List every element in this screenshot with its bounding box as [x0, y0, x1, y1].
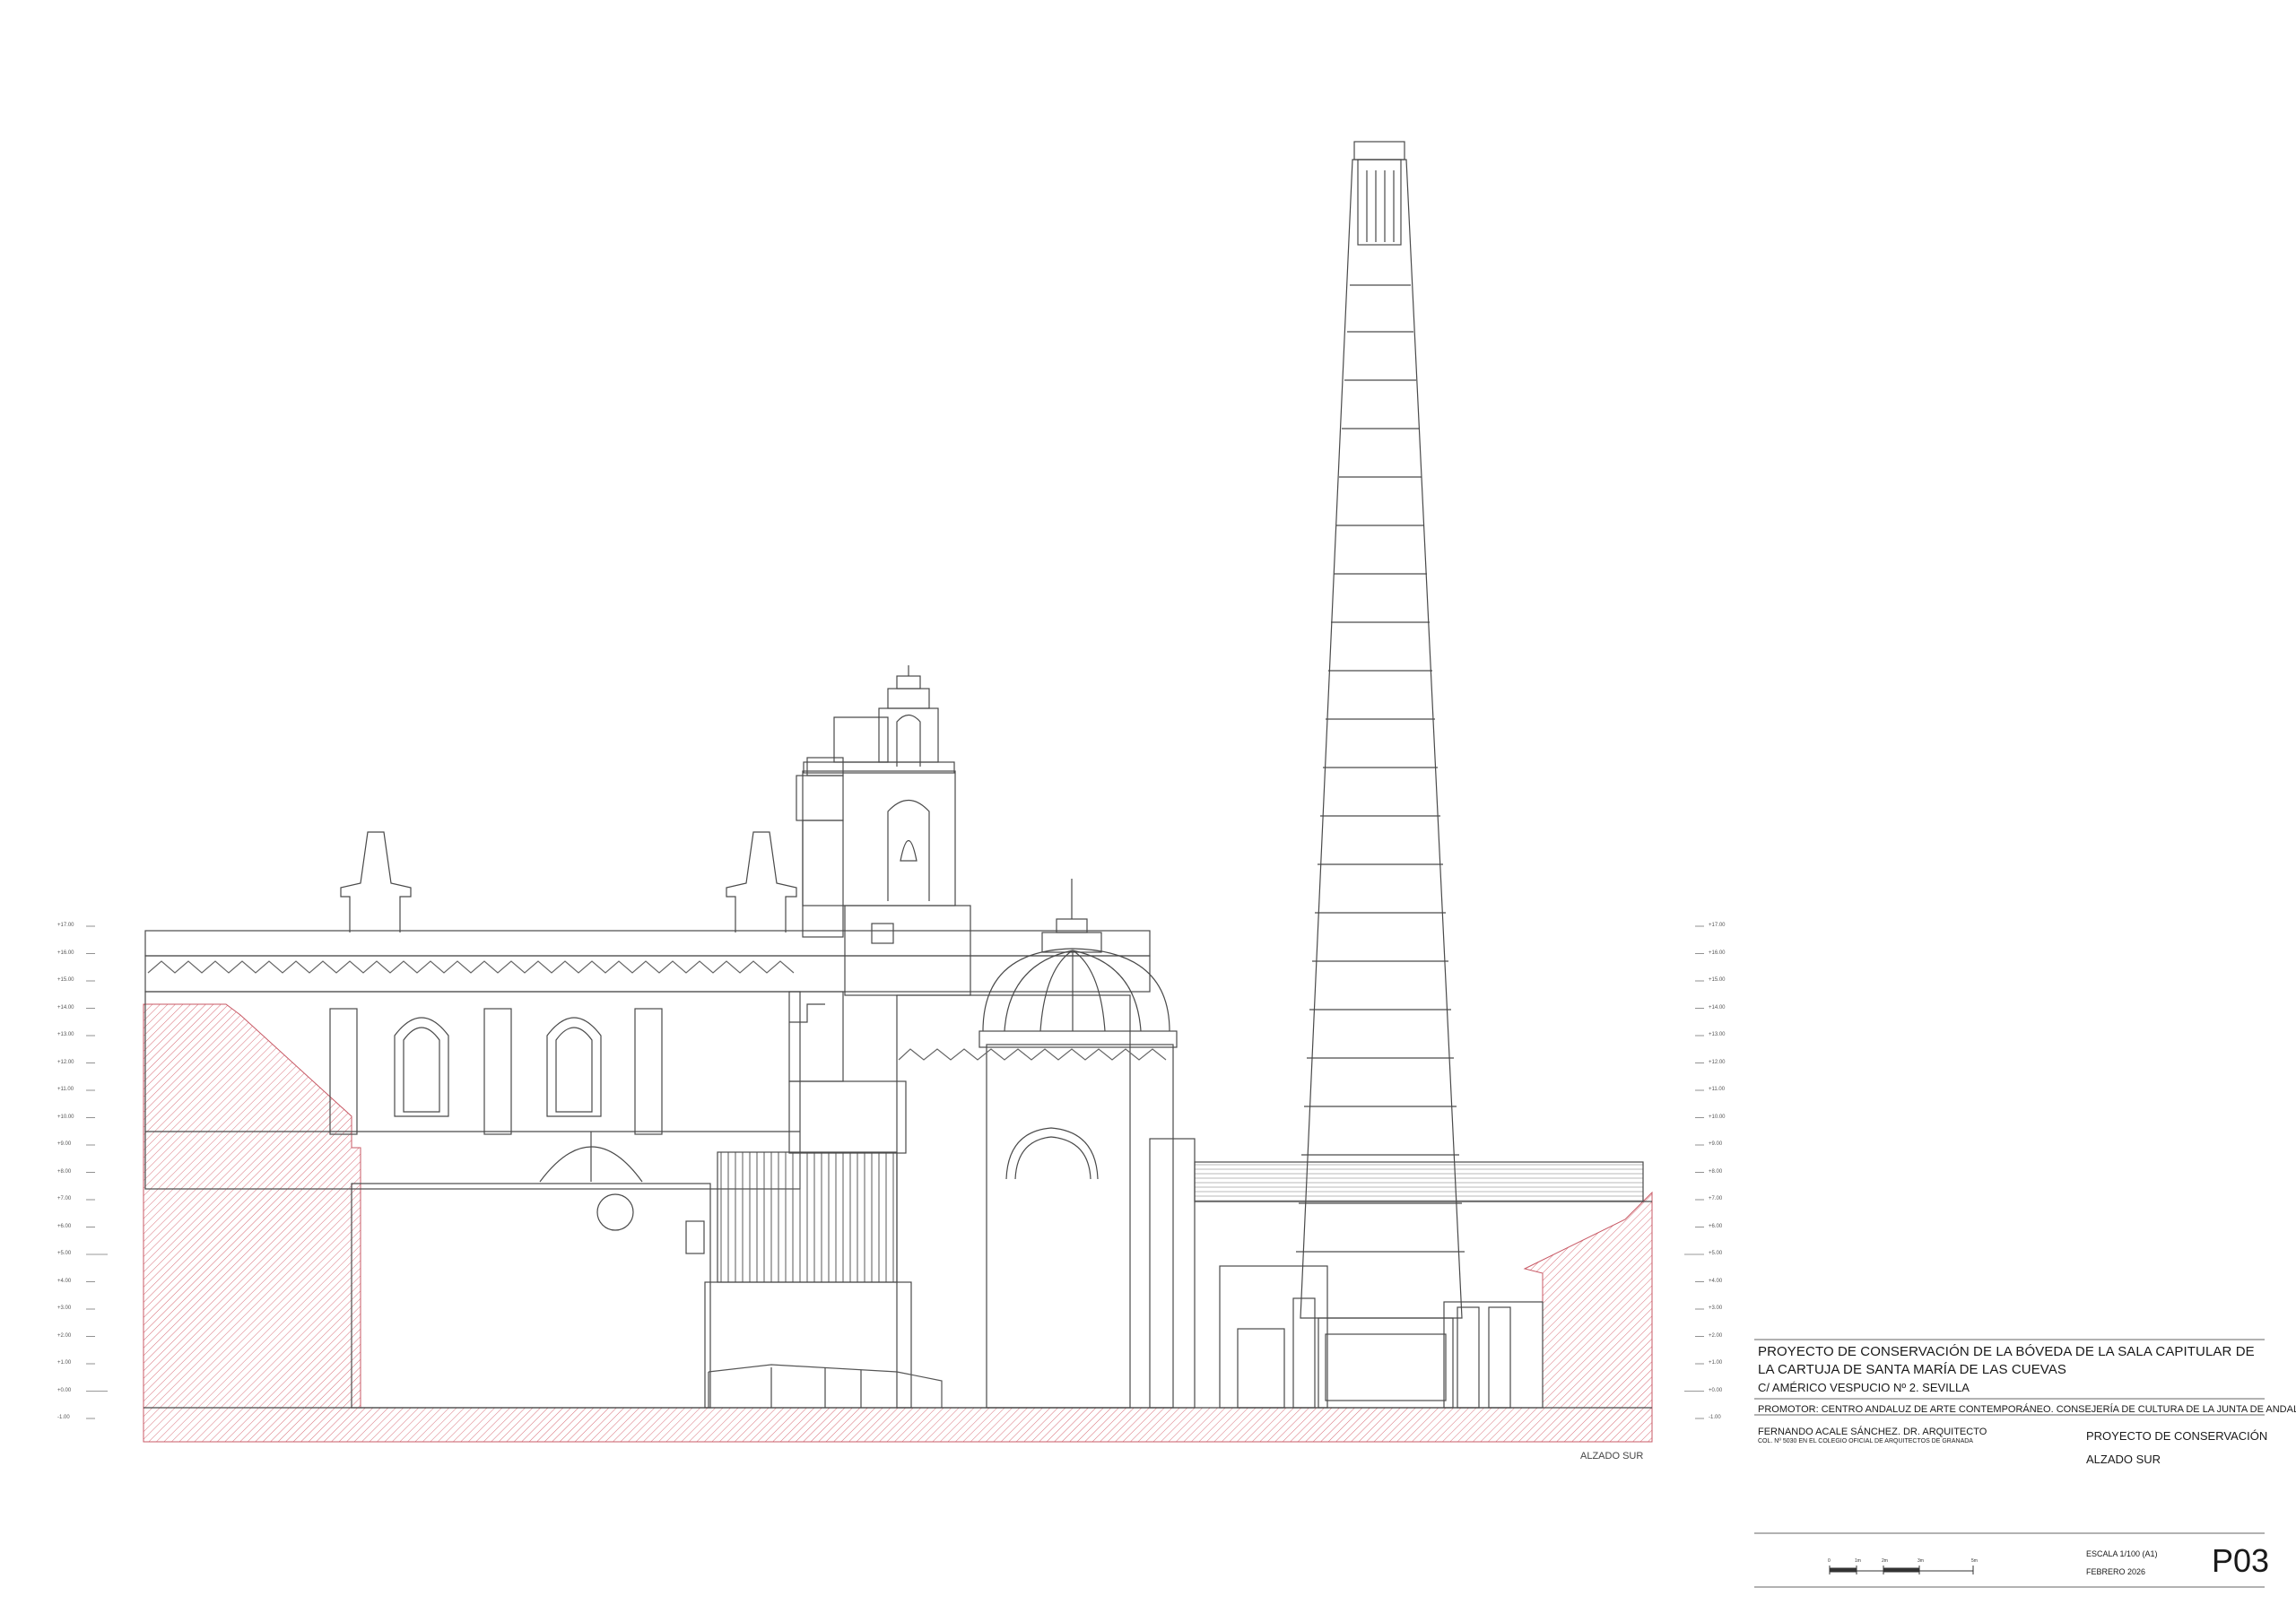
level-label-left: +11.00: [57, 1087, 74, 1092]
chimney-tower: [1296, 141, 1465, 1409]
level-label-right: +5.00: [1709, 1251, 1723, 1256]
scale-bar-label: 3m: [1918, 1558, 1924, 1564]
level-label-left: +16.00: [57, 950, 74, 956]
level-label-right: +12.00: [1709, 1059, 1726, 1065]
graphic-scale-bar: [1829, 1566, 1974, 1574]
level-label-left: +7.00: [57, 1196, 72, 1201]
scale-bar-label: 5m: [1971, 1558, 1978, 1564]
level-label-left: +4.00: [57, 1278, 72, 1284]
level-label-left: +5.00: [57, 1251, 72, 1256]
level-label-left: +10.00: [57, 1114, 74, 1120]
level-label-left: +8.00: [57, 1168, 72, 1175]
level-label-right: +11.00: [1709, 1087, 1726, 1092]
architect-name: FERNANDO ACALE SÁNCHEZ. DR. ARQUITECTO: [1758, 1427, 1987, 1437]
level-label-right: +13.00: [1709, 1032, 1726, 1037]
project-address: C/ AMÉRICO VESPUCIO Nº 2. SEVILLA: [1758, 1381, 1970, 1394]
date-text: FEBRERO 2026: [2086, 1567, 2146, 1576]
level-label-right: +3.00: [1709, 1305, 1723, 1311]
level-label-left: +15.00: [57, 977, 74, 983]
level-label-right: +0.00: [1709, 1387, 1723, 1393]
level-label-right: +2.00: [1709, 1332, 1723, 1339]
level-label-right: +7.00: [1709, 1196, 1723, 1201]
level-label-right: +16.00: [1709, 950, 1726, 956]
level-label-left: +12.00: [57, 1059, 74, 1065]
sheet-number: P03: [2212, 1542, 2270, 1579]
architect-college: COL. Nº 5030 EN EL COLEGIO OFICIAL DE AR…: [1758, 1438, 1973, 1444]
section-terrain-hatch: [143, 1003, 1653, 1443]
level-label-right: +6.00: [1709, 1223, 1723, 1229]
project-title: PROYECTO DE CONSERVACIÓN DE LA BÓVEDA DE…: [1758, 1344, 2255, 1377]
level-label-right: +15.00: [1709, 977, 1726, 983]
scale-text: ESCALA 1/100 (A1): [2086, 1549, 2158, 1558]
sheet-view-name: ALZADO SUR: [2086, 1453, 2161, 1466]
view-label: ALZADO SUR: [1580, 1451, 1644, 1462]
level-label-left: +9.00: [57, 1141, 72, 1147]
level-label-left: +2.00: [57, 1332, 72, 1339]
level-label-right: +4.00: [1709, 1278, 1723, 1284]
level-label-left: +3.00: [57, 1305, 72, 1311]
scale-bar-label: 2m: [1882, 1558, 1888, 1564]
level-label-left: +17.00: [57, 923, 74, 928]
building-elevation: [144, 665, 1652, 1409]
level-label-right: +1.00: [1709, 1360, 1723, 1366]
level-label-right: +10.00: [1709, 1114, 1726, 1120]
scale-bar-label: 0: [1828, 1558, 1831, 1564]
level-label-right: +9.00: [1709, 1141, 1723, 1147]
scale-bar-label: 1m: [1855, 1558, 1861, 1564]
level-label-left: +1.00: [57, 1360, 72, 1366]
level-label-right: +8.00: [1709, 1168, 1723, 1175]
level-label-right: -1.00: [1709, 1415, 1721, 1420]
project-type: PROYECTO DE CONSERVACIÓN: [2086, 1429, 2268, 1443]
level-label-left: +13.00: [57, 1032, 74, 1037]
level-label-left: +6.00: [57, 1223, 72, 1229]
level-label-left: -1.00: [57, 1415, 70, 1420]
level-label-right: +14.00: [1709, 1004, 1726, 1010]
level-label-right: +17.00: [1709, 923, 1726, 928]
level-label-left: +14.00: [57, 1004, 74, 1010]
level-label-left: +0.00: [57, 1387, 72, 1393]
promoter-text: PROMOTOR: CENTRO ANDALUZ DE ARTE CONTEMP…: [1758, 1404, 2296, 1415]
